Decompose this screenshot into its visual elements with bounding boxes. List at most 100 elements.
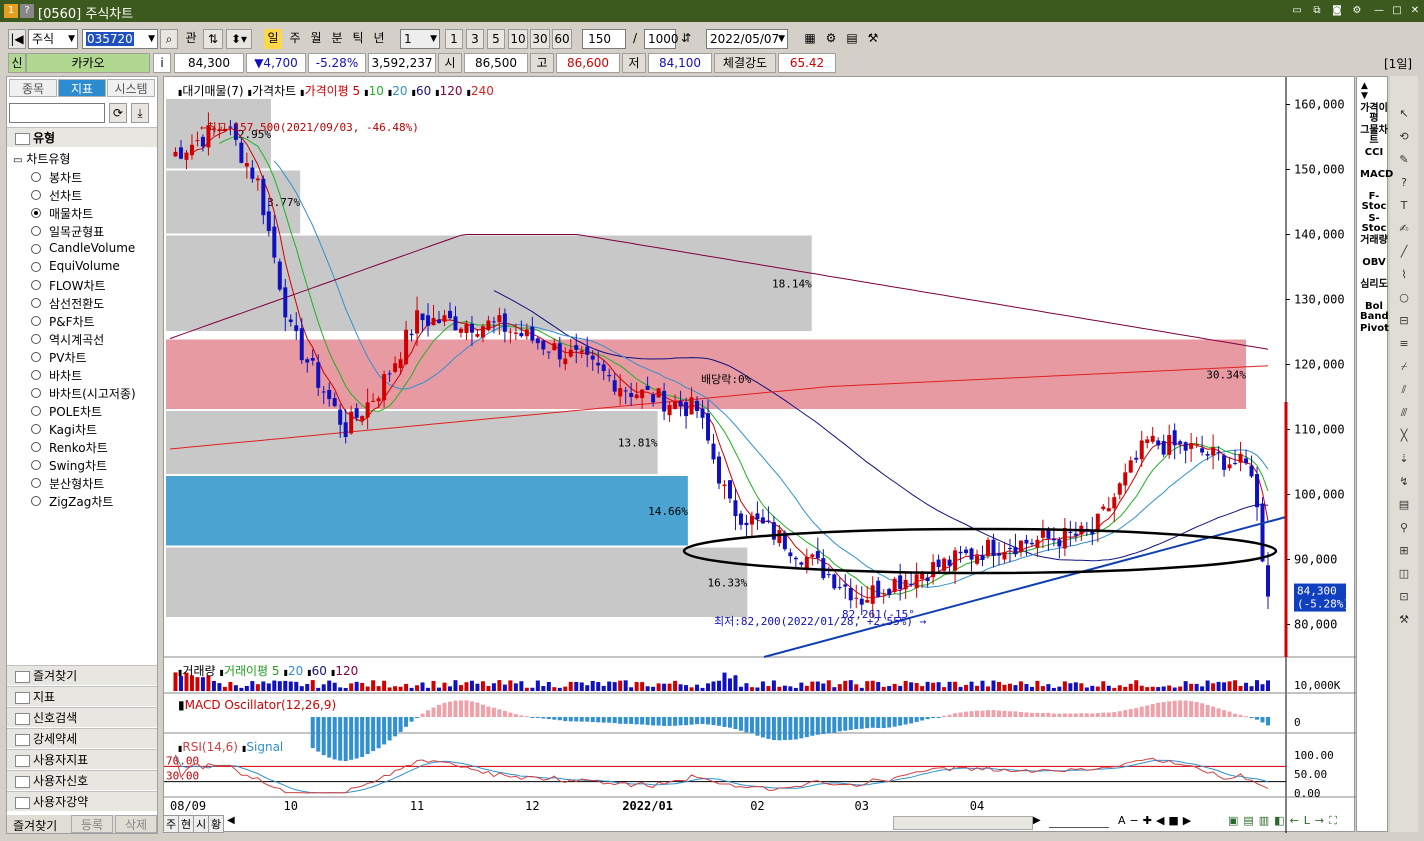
quick-60-button[interactable]: 60 [552, 29, 572, 49]
chart-type-label[interactable]: 삼선전환도 [49, 295, 104, 312]
period-minute-button[interactable]: 분 [328, 29, 346, 49]
drawing-tool-icon[interactable]: ○ [1396, 290, 1412, 306]
legend-item[interactable]: 거래이평 5 [224, 664, 280, 678]
chart-type-radio[interactable] [31, 424, 41, 434]
axis-scroll-up-icon[interactable]: ▲ [1361, 81, 1368, 91]
first-icon[interactable]: |◀ [8, 29, 26, 49]
chart-type-label[interactable]: 선차트 [49, 187, 82, 204]
favorites-tab[interactable]: 즐겨찾기 [13, 817, 57, 834]
chart-type-radio[interactable] [31, 262, 41, 272]
drawing-tool-icon[interactable]: T [1396, 198, 1412, 214]
download-icon[interactable]: ⤓ [131, 103, 149, 123]
legend-item[interactable]: RSI(14,6) [182, 740, 238, 754]
section-0[interactable]: 즐겨찾기 [7, 665, 157, 685]
indicator-shortcut[interactable]: S-Stoc [1360, 214, 1388, 234]
chart-type-label[interactable]: 일목균형표 [49, 223, 104, 240]
drawing-tool-icon[interactable]: ⫽ [1396, 382, 1412, 398]
chart-type-label[interactable]: 매물차트 [49, 205, 93, 222]
quick-30-button[interactable]: 30 [530, 29, 550, 49]
chart-type-radio[interactable] [31, 496, 41, 506]
legend-item[interactable]: 60 [416, 84, 431, 98]
chart-type-radio[interactable] [31, 172, 41, 182]
drawing-tool-icon[interactable]: ✎ [1396, 152, 1412, 168]
chart-type-radio[interactable] [31, 460, 41, 470]
delete-button[interactable]: 삭제 [115, 815, 157, 833]
drawing-tool-icon[interactable]: ⫻ [1396, 405, 1412, 421]
bottom-tab-si[interactable]: 시 [193, 815, 210, 833]
chart-type-label[interactable]: Renko차트 [49, 439, 108, 456]
indicator-shortcut[interactable]: 심리도 [1360, 280, 1388, 290]
chart-svg[interactable]: 160,000 150,000 140,000 130,000 120,000 110,0… [164, 77, 1356, 833]
chart-type-label[interactable]: FLOW차트 [49, 277, 106, 294]
view-controls[interactable]: ▣▤▥◧←L→⛶ [1228, 814, 1342, 828]
period-month-button[interactable]: 월 [307, 29, 325, 49]
chart-type-radio[interactable] [31, 208, 41, 218]
legend-item[interactable]: 20 [288, 664, 303, 678]
chart-type-label[interactable]: ZigZag차트 [49, 493, 113, 510]
chart-type-label[interactable]: 바차트(시고저종) [49, 385, 136, 402]
market-select[interactable]: 주식 ▼ [28, 29, 78, 49]
indicator-shortcut[interactable]: OBV [1360, 258, 1388, 268]
chart-config-icon[interactable]: ▦ [802, 29, 818, 49]
close-icon[interactable]: ✕ [1408, 4, 1422, 18]
drawing-tool-icon[interactable]: ⌇ [1396, 267, 1412, 283]
total-input[interactable]: 1000 [644, 29, 679, 49]
quick-5-button[interactable]: 5 [487, 29, 505, 49]
drawing-tool-icon[interactable]: ╱ [1396, 244, 1412, 260]
indicator-shortcut[interactable]: Pivot [1360, 324, 1389, 334]
section-5[interactable]: 사용자신호 [7, 770, 157, 790]
tab-indicator[interactable]: 지표 [58, 79, 106, 97]
chart-type-label[interactable]: 분산형차트 [49, 475, 104, 492]
section-2[interactable]: 신호검색 [7, 707, 157, 727]
refresh-icon[interactable]: ⟳ [109, 103, 127, 123]
chart-type-radio[interactable] [31, 190, 41, 200]
drawing-tool-icon[interactable]: ⇣ [1396, 451, 1412, 467]
indicator-shortcut[interactable]: 가격이평 [1360, 104, 1388, 124]
bottom-tab-hwang[interactable]: 황 [208, 815, 225, 833]
indicator-shortcut[interactable]: 거래량 [1360, 236, 1388, 246]
search-input[interactable] [9, 103, 105, 123]
code-input[interactable]: 035720 ▼ [82, 29, 158, 49]
sync-icon[interactable]: ⇅ [203, 29, 223, 49]
chart-area[interactable]: 160,000 150,000 140,000 130,000 120,000 110,0… [163, 76, 1356, 833]
period-day-button[interactable]: 일 [264, 29, 282, 49]
nav-controls[interactable]: A−✚◀■▶ [1118, 814, 1195, 827]
drawing-tool-icon[interactable]: ⊡ [1396, 589, 1412, 605]
axis-scroll-down-icon[interactable]: ▼ [1361, 91, 1368, 101]
window-link-icon[interactable]: ⧉ [1310, 4, 1324, 18]
window-new-icon[interactable]: ▭ [1290, 4, 1304, 18]
legend-item[interactable]: 가격차트 [252, 84, 296, 98]
chart-type-label[interactable]: 봉차트 [49, 169, 82, 186]
chart-type-label[interactable]: 바차트 [49, 367, 82, 384]
chart-type-header[interactable]: ▭ 차트유형 [13, 150, 70, 167]
section-1[interactable]: 지표 [7, 686, 157, 706]
legend-item[interactable]: Signal [246, 740, 283, 754]
drawing-tool-icon[interactable]: ⊟ [1396, 313, 1412, 329]
chart-type-label[interactable]: Kagi차트 [49, 421, 97, 438]
drawing-tool-icon[interactable]: ⟲ [1396, 129, 1412, 145]
info-icon[interactable]: i [153, 53, 171, 73]
legend-item[interactable]: 가격이평 5 [305, 84, 361, 98]
chart-type-radio[interactable] [31, 244, 41, 254]
chart-type-radio[interactable] [31, 280, 41, 290]
chart-type-radio[interactable] [31, 388, 41, 398]
legend-item[interactable]: 120 [440, 84, 463, 98]
scroll-right-icon[interactable]: ▶ [1033, 815, 1041, 826]
legend-item[interactable]: 거래량 [182, 664, 215, 678]
legend-item[interactable]: 60 [312, 664, 327, 678]
section-6[interactable]: 사용자강약 [7, 791, 157, 811]
gear-icon[interactable]: ⚙ [1350, 4, 1364, 18]
tab-system[interactable]: 시스템 [107, 79, 155, 97]
bottom-tab-hyeon[interactable]: 현 [178, 815, 195, 833]
interval-select[interactable]: 1 ▼ [400, 29, 440, 49]
chart-type-radio[interactable] [31, 478, 41, 488]
help-icon[interactable]: ? [20, 4, 34, 18]
chart-type-radio[interactable] [31, 334, 41, 344]
tools-icon[interactable]: ⚒ [865, 29, 881, 49]
maximize-icon[interactable]: □ [1390, 4, 1404, 18]
legend-item[interactable]: 120 [335, 664, 358, 678]
drawing-tool-icon[interactable]: ◫ [1396, 566, 1412, 582]
save-icon[interactable]: ▤ [844, 29, 860, 49]
indicator-shortcut[interactable]: F-Stoc [1360, 192, 1388, 212]
tab-stock[interactable]: 종목 [9, 79, 57, 97]
